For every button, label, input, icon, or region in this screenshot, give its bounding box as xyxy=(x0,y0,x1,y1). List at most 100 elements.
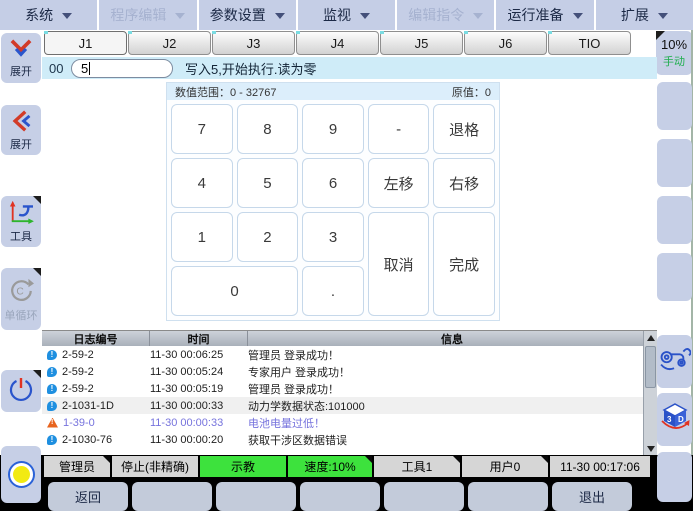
status-bar: 管理员 停止(非精确) 示教 速度:10% 工具1 用户0 11-30 00:1… xyxy=(0,455,693,478)
log-row[interactable]: 2-1031-1D 11-30 00:00:33 动力学数据状态:101000 xyxy=(42,397,657,414)
tab-j3[interactable]: J3 xyxy=(212,31,295,55)
expand-left-button[interactable]: 展开 xyxy=(1,105,41,155)
key-4[interactable]: 4 xyxy=(171,158,233,208)
original-value-label: 原值：0 xyxy=(452,84,491,100)
scroll-up-icon[interactable] xyxy=(647,335,655,341)
bottom-blank-button[interactable] xyxy=(384,482,464,511)
drag-teach-icon xyxy=(659,346,691,377)
log-row[interactable]: 2-59-2 11-30 00:06:25 管理员 登录成功！ xyxy=(42,346,657,363)
status-speed[interactable]: 速度:10% xyxy=(288,456,372,477)
log-row[interactable]: 2-59-2 11-30 00:05:24 专家用户 登录成功！ xyxy=(42,363,657,380)
menu-parameter-settings[interactable]: 参数设置 xyxy=(199,0,296,30)
chevron-down-icon xyxy=(573,13,583,19)
menu-extension[interactable]: 扩展 xyxy=(596,0,693,30)
key-0[interactable]: 0 xyxy=(171,266,298,316)
log-code: 2-59-2 xyxy=(62,383,94,395)
tab-j2[interactable]: J2 xyxy=(128,31,211,55)
back-button[interactable]: 返回 xyxy=(48,482,128,511)
menu-label: 系统 xyxy=(25,5,53,25)
warning-icon xyxy=(47,418,58,428)
keypad-keys: 7 8 9 - 退格 4 5 6 左移 右移 1 2 3 取消 完成 0 . xyxy=(167,100,499,320)
bottom-blank-button[interactable] xyxy=(216,482,296,511)
scrollbar-thumb[interactable] xyxy=(645,346,656,388)
single-cycle-button: C 单循环 xyxy=(1,268,41,330)
power-icon xyxy=(8,376,34,407)
svg-text:D: D xyxy=(678,415,684,424)
numeric-keypad: 数值范围：0 - 32767 原值：0 7 8 9 - 退格 4 5 6 左移 … xyxy=(166,82,500,321)
expand-down-button[interactable]: 展开 xyxy=(1,33,41,83)
status-tool[interactable]: 工具1 xyxy=(374,456,460,477)
key-9[interactable]: 9 xyxy=(302,104,364,154)
threed-view-button[interactable]: 3D xyxy=(657,393,692,446)
svg-text:C: C xyxy=(16,286,23,297)
svg-text:3: 3 xyxy=(667,415,672,424)
menu-system[interactable]: 系统 xyxy=(0,0,97,30)
rail-blank-button[interactable] xyxy=(657,139,692,187)
log-time: 11-30 00:05:19 xyxy=(150,383,248,395)
log-message: 动力学数据状态:101000 xyxy=(248,398,657,414)
tool-coordinate-button[interactable]: 工具 xyxy=(1,196,41,247)
key-7[interactable]: 7 xyxy=(171,104,233,154)
scroll-down-icon[interactable] xyxy=(647,446,655,452)
tool-label: 工具 xyxy=(10,231,32,243)
key-minus[interactable]: - xyxy=(368,104,430,154)
menu-run-prepare[interactable]: 运行准备 xyxy=(496,0,593,30)
key-shift-right[interactable]: 右移 xyxy=(433,158,495,208)
log-row[interactable]: 2-1030-76 11-30 00:00:20 获取干涉区数据错误 xyxy=(42,431,657,448)
key-8[interactable]: 8 xyxy=(237,104,299,154)
menu-monitor[interactable]: 监视 xyxy=(298,0,395,30)
log-scrollbar[interactable] xyxy=(643,331,657,455)
info-icon xyxy=(47,435,57,445)
tab-j4[interactable]: J4 xyxy=(296,31,379,55)
bottom-blank-button[interactable] xyxy=(468,482,548,511)
log-code: 1-39-0 xyxy=(63,417,95,429)
value-input[interactable]: 5 xyxy=(71,59,173,78)
key-shift-left[interactable]: 左移 xyxy=(368,158,430,208)
drag-teach-button[interactable] xyxy=(657,335,692,388)
log-message: 获取干涉区数据错误 xyxy=(248,432,657,448)
log-time: 11-30 00:05:24 xyxy=(150,366,248,378)
log-row[interactable]: 1-39-0 11-30 00:00:33 电池电量过低！ xyxy=(42,414,657,431)
value-input-text: 5 xyxy=(81,61,88,76)
menu-label: 监视 xyxy=(323,5,351,25)
bottom-blank-button[interactable] xyxy=(300,482,380,511)
status-user[interactable]: 管理员 xyxy=(44,456,110,477)
power-button[interactable] xyxy=(1,370,41,412)
key-done[interactable]: 完成 xyxy=(433,212,495,316)
log-time: 11-30 00:06:25 xyxy=(150,349,248,361)
tab-tio[interactable]: TIO xyxy=(548,31,631,55)
menu-label: 参数设置 xyxy=(210,5,266,25)
log-row-clipped xyxy=(42,448,657,455)
tab-j6[interactable]: J6 xyxy=(464,31,547,55)
chevron-down-icon xyxy=(62,13,72,19)
key-3[interactable]: 3 xyxy=(302,212,364,262)
status-mode: 示教 xyxy=(200,456,286,477)
status-clock: 11-30 00:17:06 xyxy=(550,456,650,477)
menu-program-edit: 程序编辑 xyxy=(99,0,196,30)
status-user-frame[interactable]: 用户0 xyxy=(462,456,548,477)
key-6[interactable]: 6 xyxy=(302,158,364,208)
key-5[interactable]: 5 xyxy=(237,158,299,208)
log-rows: 2-59-2 11-30 00:06:25 管理员 登录成功！ 2-59-2 1… xyxy=(42,346,657,455)
key-2[interactable]: 2 xyxy=(237,212,299,262)
servo-status-button[interactable] xyxy=(1,446,41,503)
log-header-info: 信息 xyxy=(248,331,657,346)
key-cancel[interactable]: 取消 xyxy=(368,212,430,316)
key-backspace[interactable]: 退格 xyxy=(433,104,495,154)
log-header: 日志编号 时间 信息 xyxy=(42,331,657,346)
key-dot[interactable]: . xyxy=(302,266,364,316)
bottom-blank-button[interactable] xyxy=(132,482,212,511)
rail-blank-button[interactable] xyxy=(657,196,692,244)
tab-j1[interactable]: J1 xyxy=(44,31,127,55)
servo-status-icon xyxy=(8,461,35,488)
rail-blank-button[interactable] xyxy=(657,452,692,502)
jog-speed-button[interactable]: 10% 手动 xyxy=(656,31,692,75)
key-1[interactable]: 1 xyxy=(171,212,233,262)
line-number: 00 xyxy=(49,61,70,76)
rail-blank-button[interactable] xyxy=(657,82,692,130)
tab-j5[interactable]: J5 xyxy=(380,31,463,55)
rail-blank-button[interactable] xyxy=(657,253,692,301)
log-time: 11-30 00:00:33 xyxy=(150,400,248,412)
log-row[interactable]: 2-59-2 11-30 00:05:19 管理员 登录成功！ xyxy=(42,380,657,397)
exit-button[interactable]: 退出 xyxy=(552,482,632,511)
